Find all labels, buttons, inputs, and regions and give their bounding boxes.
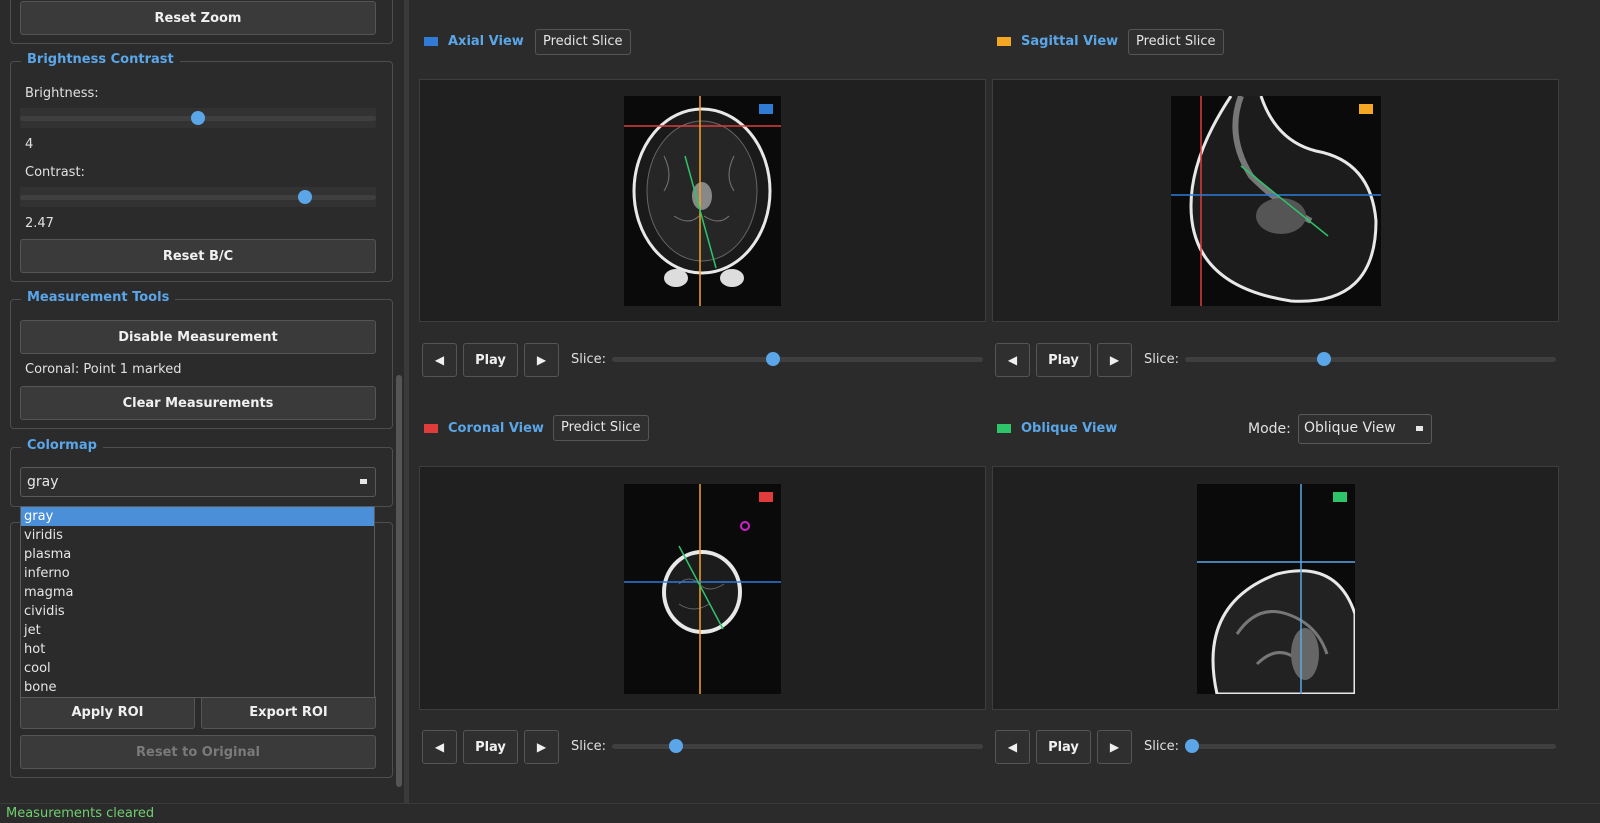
colormap-option-plasma[interactable]: plasma <box>21 545 374 564</box>
sagittal-prev-button[interactable]: ◀ <box>995 343 1030 377</box>
sagittal-play-button[interactable]: Play <box>1036 343 1091 377</box>
colormap-select[interactable]: gray <box>20 467 376 497</box>
axial-slice-slider[interactable] <box>612 351 983 367</box>
contrast-slider-handle[interactable] <box>297 190 312 204</box>
oblique-color-swatch <box>997 424 1011 433</box>
sagittal-predict-slice-button[interactable]: Predict Slice <box>1128 29 1224 55</box>
sagittal-slice-label: Slice: <box>1144 352 1180 367</box>
sidebar-scrollbar[interactable] <box>396 375 402 787</box>
brightness-label: Brightness: <box>25 86 99 101</box>
brightness-contrast-group: Brightness Contrast Brightness: 4 Contra… <box>10 52 393 282</box>
contrast-slider[interactable] <box>20 187 376 207</box>
coronal-scan-graphic <box>624 484 781 694</box>
colormap-option-cool[interactable]: cool <box>21 659 374 678</box>
coronal-view-panel[interactable] <box>419 466 986 710</box>
coronal-slice-label: Slice: <box>571 739 607 754</box>
colormap-option-jet[interactable]: jet <box>21 621 374 640</box>
axial-view-title: Axial View <box>448 34 524 49</box>
dropdown-arrow-icon <box>1416 426 1423 431</box>
axial-play-button[interactable]: Play <box>463 343 518 377</box>
oblique-play-button[interactable]: Play <box>1036 730 1091 764</box>
clear-measurements-button[interactable]: Clear Measurements <box>20 386 376 420</box>
colormap-option-magma[interactable]: magma <box>21 583 374 602</box>
coronal-next-button[interactable]: ▶ <box>524 730 559 764</box>
sagittal-view-panel[interactable] <box>992 79 1559 322</box>
colormap-option-hot[interactable]: hot <box>21 640 374 659</box>
coronal-play-button[interactable]: Play <box>463 730 518 764</box>
oblique-view-panel[interactable] <box>992 466 1559 710</box>
apply-roi-button[interactable]: Apply ROI <box>20 695 195 729</box>
disable-measurement-button[interactable]: Disable Measurement <box>20 320 376 354</box>
measurement-title: Measurement Tools <box>21 290 176 305</box>
mode-label: Mode: <box>1248 421 1291 437</box>
colormap-option-viridis[interactable]: viridis <box>21 526 374 545</box>
axial-scan-graphic <box>624 96 781 306</box>
colormap-dropdown-list[interactable]: gray viridis plasma inferno magma cividis jet h… <box>20 506 375 698</box>
colormap-option-gray[interactable]: gray <box>21 507 374 526</box>
dropdown-arrow-icon <box>360 479 367 484</box>
sagittal-slice-handle[interactable] <box>1317 352 1332 366</box>
reset-zoom-button[interactable]: Reset Zoom <box>20 1 376 35</box>
axial-slice-label: Slice: <box>571 352 607 367</box>
measurement-group: Measurement Tools Disable Measurement Co… <box>10 290 393 429</box>
coronal-prev-button[interactable]: ◀ <box>422 730 457 764</box>
axial-color-swatch <box>424 37 438 46</box>
mode-select[interactable]: Oblique View <box>1298 414 1432 444</box>
reset-original-button[interactable]: Reset to Original <box>20 735 376 769</box>
oblique-view-title: Oblique View <box>1021 421 1118 436</box>
oblique-scan-graphic <box>1197 484 1355 694</box>
sagittal-next-button[interactable]: ▶ <box>1097 343 1132 377</box>
coronal-slice-slider[interactable] <box>612 738 983 754</box>
mode-selected: Oblique View <box>1304 420 1396 436</box>
coronal-view-title: Coronal View <box>448 421 544 436</box>
axial-predict-slice-button[interactable]: Predict Slice <box>535 29 631 55</box>
sidebar: Reset Zoom Brightness Contrast Brightnes… <box>0 0 404 803</box>
axial-slice-handle[interactable] <box>765 352 780 366</box>
sagittal-view-title: Sagittal View <box>1021 34 1119 49</box>
sagittal-image[interactable] <box>1171 96 1381 306</box>
colormap-option-inferno[interactable]: inferno <box>21 564 374 583</box>
contrast-label: Contrast: <box>25 165 85 180</box>
coronal-corner-marker <box>759 492 773 502</box>
sagittal-color-swatch <box>997 37 1011 46</box>
axial-corner-marker <box>759 104 773 114</box>
app-window: Reset Zoom Brightness Contrast Brightnes… <box>0 0 1600 823</box>
colormap-option-cividis[interactable]: cividis <box>21 602 374 621</box>
status-bar: Measurements cleared <box>0 803 1600 823</box>
brightness-contrast-title: Brightness Contrast <box>21 52 180 67</box>
status-message: Measurements cleared <box>6 806 155 821</box>
oblique-slice-handle[interactable] <box>1185 739 1199 753</box>
colormap-title: Colormap <box>21 438 103 453</box>
oblique-corner-marker <box>1333 492 1347 502</box>
coronal-predict-slice-button[interactable]: Predict Slice <box>553 415 649 441</box>
export-roi-button[interactable]: Export ROI <box>201 695 376 729</box>
zoom-group: Reset Zoom <box>10 0 393 44</box>
splitter-handle[interactable] <box>404 0 409 803</box>
sagittal-slice-slider[interactable] <box>1185 351 1556 367</box>
colormap-selected: gray <box>27 474 59 490</box>
coronal-color-swatch <box>424 424 438 433</box>
colormap-group: Colormap gray <box>10 438 393 507</box>
brightness-value: 4 <box>25 137 34 152</box>
oblique-prev-button[interactable]: ◀ <box>995 730 1030 764</box>
axial-image[interactable] <box>624 96 781 306</box>
axial-next-button[interactable]: ▶ <box>524 343 559 377</box>
brightness-slider-handle[interactable] <box>191 111 205 125</box>
oblique-image[interactable] <box>1197 484 1355 694</box>
measurement-status: Coronal: Point 1 marked <box>25 362 182 377</box>
axial-view-panel[interactable] <box>419 79 986 322</box>
oblique-slice-slider[interactable] <box>1185 738 1556 754</box>
colormap-option-bone[interactable]: bone <box>21 678 374 697</box>
contrast-value: 2.47 <box>25 216 54 231</box>
reset-bc-button[interactable]: Reset B/C <box>20 239 376 273</box>
sagittal-corner-marker <box>1359 104 1373 114</box>
oblique-slice-label: Slice: <box>1144 739 1180 754</box>
coronal-image[interactable] <box>624 484 781 694</box>
brightness-slider[interactable] <box>20 108 376 128</box>
sagittal-scan-graphic <box>1171 96 1381 306</box>
oblique-next-button[interactable]: ▶ <box>1097 730 1132 764</box>
coronal-slice-handle[interactable] <box>669 739 684 753</box>
axial-prev-button[interactable]: ◀ <box>422 343 457 377</box>
